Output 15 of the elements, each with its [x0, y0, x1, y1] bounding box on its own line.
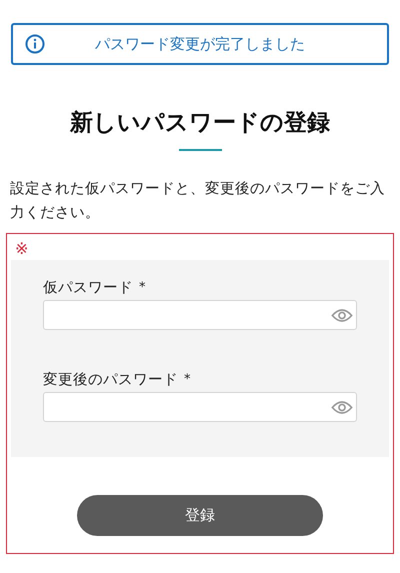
required-mark: *: [139, 280, 146, 295]
required-mark: *: [184, 372, 190, 387]
page-title: 新しいパスワードの登録: [68, 109, 331, 138]
eye-icon[interactable]: [331, 400, 353, 414]
info-icon: [25, 34, 45, 54]
field-label: 仮パスワード: [43, 279, 133, 297]
submit-button[interactable]: 登録: [77, 495, 323, 536]
field-label: 変更後のパスワード: [43, 370, 178, 389]
password-field[interactable]: [43, 392, 357, 422]
note-mark: ※: [15, 238, 30, 260]
password-field[interactable]: [43, 300, 357, 330]
description-text: 設定された仮パスワードと、変更後のパスワードをご入力ください。: [10, 180, 386, 223]
notice-text: パスワード変更が完了しました: [94, 34, 306, 54]
title-underline: [178, 149, 222, 151]
eye-icon[interactable]: [331, 308, 353, 322]
